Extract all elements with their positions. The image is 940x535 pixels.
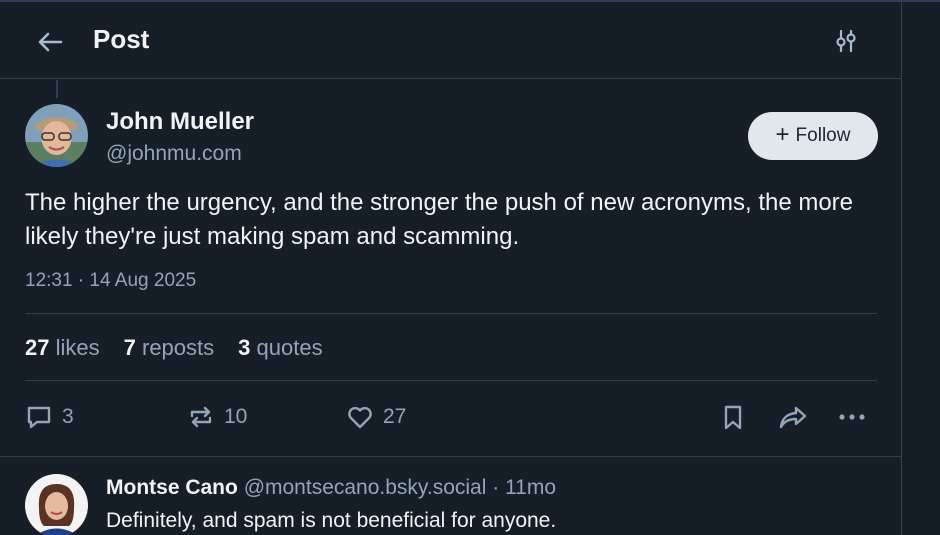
author-handle[interactable]: @johnmu.com <box>106 142 242 166</box>
thread-settings-button[interactable] <box>831 26 861 56</box>
thread-connector-line <box>56 80 58 98</box>
arrow-left-icon <box>38 32 63 52</box>
reposts-stat[interactable]: 7 reposts <box>124 335 215 361</box>
bookmark-button[interactable] <box>718 400 748 434</box>
reply-text: Definitely, and spam is not beneficial f… <box>106 509 557 532</box>
right-gutter <box>903 2 940 535</box>
plus-icon: + <box>775 121 790 148</box>
post-timestamp: 12:31 · 14 Aug 2025 <box>25 270 197 291</box>
post-text: The higher the urgency, and the stronger… <box>25 189 854 250</box>
reply-count: 3 <box>62 405 74 428</box>
reply-separator <box>0 456 902 457</box>
reply-age: · 11mo <box>492 476 557 499</box>
reply-button[interactable]: 3 <box>24 400 74 434</box>
follow-button[interactable]: + Follow <box>748 112 878 160</box>
ellipsis-icon <box>839 414 865 420</box>
quotes-label: quotes <box>256 335 323 360</box>
divider <box>25 380 877 381</box>
likes-stat[interactable]: 27 likes <box>25 335 100 361</box>
page-title: Post <box>93 24 150 54</box>
avatar-photo <box>25 104 88 167</box>
more-options-button[interactable] <box>836 400 868 434</box>
quotes-stat[interactable]: 3 quotes <box>238 335 322 361</box>
reply-author-handle[interactable]: @montsecano.bsky.social <box>244 476 487 499</box>
like-count: 27 <box>383 405 407 428</box>
reply-author-name[interactable]: Montse Cano <box>106 476 238 499</box>
share-button[interactable] <box>776 400 810 434</box>
author-name[interactable]: John Mueller <box>106 108 254 136</box>
repost-count: 10 <box>224 405 248 428</box>
divider <box>25 313 877 314</box>
reposts-label: reposts <box>142 335 215 360</box>
repost-button[interactable]: 10 <box>186 400 247 434</box>
speech-bubble-icon <box>27 406 51 429</box>
engagement-stats: 27 likes 7 reposts 3 quotes <box>25 335 323 361</box>
author-avatar[interactable] <box>25 104 88 167</box>
bookmark-icon <box>724 405 742 430</box>
reply-author-avatar[interactable] <box>25 474 88 535</box>
like-button[interactable]: 27 <box>345 400 406 434</box>
share-arrow-icon <box>779 406 807 429</box>
reposts-count: 7 <box>123 335 136 360</box>
likes-count: 27 <box>25 335 50 360</box>
sliders-icon <box>836 29 856 53</box>
back-button[interactable] <box>34 26 66 58</box>
repost-arrows-icon <box>190 406 212 428</box>
quotes-count: 3 <box>238 335 251 360</box>
likes-label: likes <box>55 335 100 360</box>
heart-icon <box>348 406 372 429</box>
follow-label: Follow <box>795 125 851 146</box>
post-column: Post John Mueller @johnmu.com + Follow T… <box>0 2 902 535</box>
reply-header: Montse Cano @montsecano.bsky.social · 11… <box>106 476 556 500</box>
avatar-photo <box>25 474 88 535</box>
post-header: Post <box>0 2 902 79</box>
